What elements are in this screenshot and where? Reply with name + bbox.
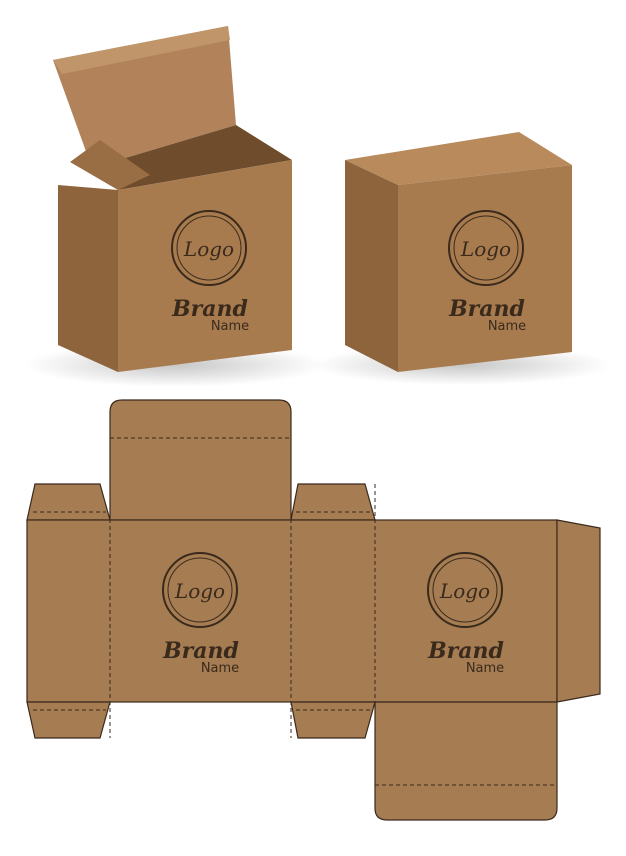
logo-text: Logo (183, 237, 234, 261)
open-box-front-face (118, 160, 292, 372)
open-box-side-face (58, 185, 118, 372)
dieline-top-tuck-flap (109, 399, 292, 521)
dieline-bottom-dust-flap-right (290, 701, 376, 739)
name-text: Name (466, 661, 504, 676)
logo-text: Logo (174, 579, 225, 603)
closed-box-front-face (398, 165, 572, 372)
dieline-bottom-tuck-flap (374, 701, 558, 821)
packaging-scene: Logo Brand Name Logo Brand Name Logo Bra… (25, 26, 612, 821)
open-box-mockup: Logo Brand Name (25, 26, 325, 387)
name-text: Name (488, 319, 526, 334)
name-text: Name (201, 661, 239, 676)
dieline-top-dust-flap-left (26, 483, 111, 521)
closed-box-mockup: Logo Brand Name (312, 132, 612, 385)
dieline-glue-flap (556, 519, 601, 703)
box-dieline: Logo Brand Name Logo Brand Name (26, 399, 601, 821)
logo-text: Logo (439, 579, 490, 603)
dieline-top-dust-flap-right (290, 483, 376, 521)
logo-text: Logo (460, 237, 511, 261)
name-text: Name (211, 319, 249, 334)
dieline-bottom-dust-flap-left (26, 701, 111, 739)
closed-box-side-face (345, 160, 398, 372)
